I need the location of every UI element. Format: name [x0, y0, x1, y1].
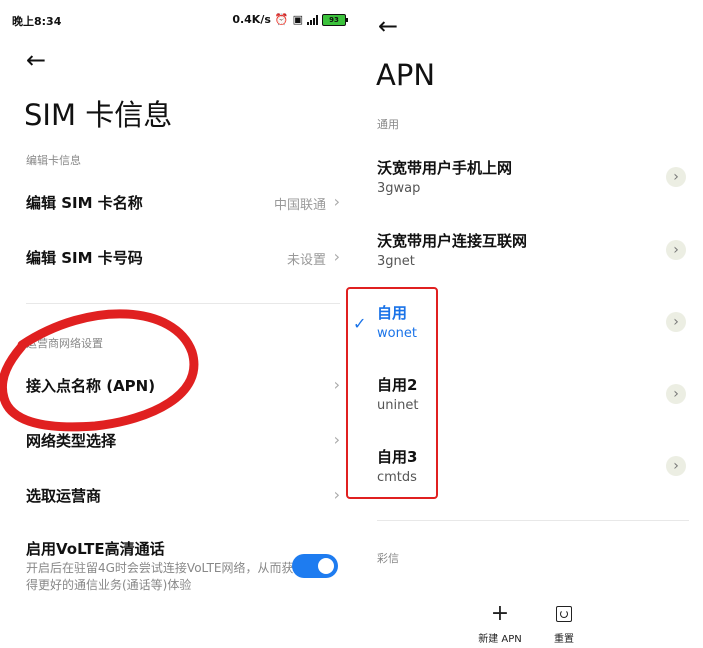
status-bar: 晚上8:34 0.4K/s ⏰ ▣ 93: [0, 10, 352, 30]
apn-name: 自用2: [377, 376, 418, 394]
chevron-right-icon: ›: [333, 485, 340, 504]
section-label-mms: 彩信: [377, 552, 399, 565]
network-type-label: 网络类型选择: [26, 432, 117, 450]
chevron-right-icon: ›: [333, 192, 340, 211]
section-label-carrier: 运营商网络设置: [26, 337, 103, 350]
chevron-right-icon: ›: [666, 240, 686, 260]
apn-name: 自用: [377, 304, 408, 322]
battery-icon: 93: [322, 13, 348, 26]
chevron-right-icon: ›: [666, 167, 686, 187]
sim-number-value: 未设置: [286, 253, 326, 268]
chevron-right-icon: ›: [333, 430, 340, 449]
apn-type: cmtds: [377, 470, 417, 485]
section-label-edit: 编辑卡信息: [26, 154, 81, 167]
edit-sim-number-label: 编辑 SIM 卡号码: [26, 249, 143, 267]
back-arrow-icon[interactable]: ←: [378, 14, 398, 38]
divider: [26, 303, 340, 304]
reset-icon: [529, 603, 599, 625]
apn-list-item[interactable]: 自用3 cmtds ›: [352, 446, 703, 506]
alarm-icon: ⏰: [274, 12, 289, 26]
apn-type: 3gwap: [377, 181, 421, 196]
page-title: SIM 卡信息: [24, 98, 173, 132]
volte-toggle[interactable]: [292, 554, 338, 578]
reset-label: 重置: [554, 634, 574, 645]
apn-label: 接入点名称 (APN): [26, 377, 156, 395]
page-title: APN: [376, 58, 436, 92]
status-time: 晚上8:34: [12, 15, 62, 28]
edit-sim-name-label: 编辑 SIM 卡名称: [26, 194, 143, 212]
apn-name: 自用3: [377, 448, 418, 466]
apn-type: wonet: [377, 326, 417, 341]
apn-name: 沃宽带用户手机上网: [377, 159, 513, 177]
sim-info-screen: 晚上8:34 0.4K/s ⏰ ▣ 93 ← SIM 卡信息 编辑卡信息 编辑 …: [0, 0, 352, 648]
section-label-general: 通用: [377, 118, 399, 131]
signal-icon: [307, 14, 318, 25]
chevron-right-icon: ›: [333, 247, 340, 266]
reset-button[interactable]: 重置: [529, 603, 599, 645]
volte-title: 启用VoLTE高清通话: [26, 540, 165, 558]
net-speed: 0.4K/s: [232, 13, 271, 26]
apn-screen: ← APN 通用 沃宽带用户手机上网 3gwap › 沃宽带用户连接互联网 3g…: [352, 0, 703, 648]
back-arrow-icon[interactable]: ←: [26, 48, 46, 72]
new-apn-label: 新建 APN: [478, 634, 522, 645]
chevron-right-icon: ›: [666, 384, 686, 404]
apn-list-item[interactable]: 沃宽带用户手机上网 3gwap ›: [352, 157, 703, 217]
divider: [377, 520, 689, 521]
apn-list-item-selected[interactable]: ✓ 自用 wonet ›: [352, 302, 703, 362]
apn-list-item[interactable]: 自用2 uninet ›: [352, 374, 703, 434]
apn-type: 3gnet: [377, 254, 415, 269]
toggle-knob: [318, 558, 334, 574]
volte-description: 开启后在驻留4G时会尝试连接VoLTE网络，从而获得更好的通信业务(通话等)体验: [26, 561, 294, 592]
status-icons: 0.4K/s ⏰ ▣ 93: [232, 12, 348, 26]
chevron-right-icon: ›: [666, 456, 686, 476]
new-apn-button[interactable]: + 新建 APN: [465, 601, 535, 646]
sim-name-value: 中国联通: [273, 198, 326, 213]
chevron-right-icon: ›: [666, 312, 686, 332]
check-icon: ✓: [353, 314, 367, 333]
apn-list-item[interactable]: 沃宽带用户连接互联网 3gnet ›: [352, 230, 703, 290]
hd-icon: ▣: [292, 12, 303, 26]
plus-icon: +: [490, 601, 510, 626]
select-carrier-label: 选取运营商: [26, 487, 102, 505]
apn-name: 沃宽带用户连接互联网: [377, 232, 528, 250]
chevron-right-icon: ›: [333, 375, 340, 394]
apn-type: uninet: [377, 398, 419, 413]
